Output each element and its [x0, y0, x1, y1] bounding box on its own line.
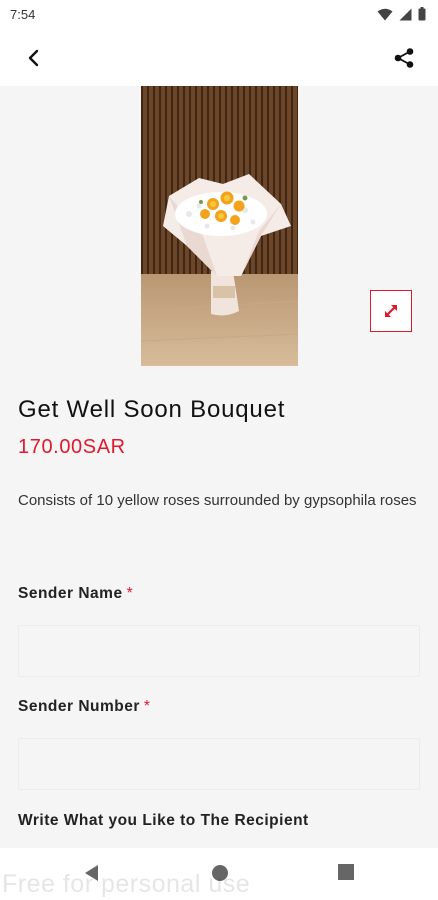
product-price: 170.00SAR: [18, 436, 126, 458]
signal-icon: [399, 8, 412, 20]
status-bar: 7:54: [0, 0, 438, 28]
expand-icon: [385, 305, 397, 317]
nav-home-button[interactable]: [211, 864, 229, 887]
sender-number-label: Sender Number *: [18, 698, 150, 716]
expand-image-button[interactable]: [370, 290, 412, 332]
back-arrow-icon: [28, 49, 39, 67]
share-icon: [394, 48, 414, 68]
message-label: Write What you Like to The Recipient: [18, 812, 309, 829]
share-button[interactable]: [388, 42, 420, 74]
bouquet-photo: [141, 86, 298, 366]
required-marker: *: [143, 698, 151, 715]
required-marker: *: [126, 585, 134, 602]
nav-back-button[interactable]: [84, 864, 100, 887]
status-time: 7:54: [10, 6, 36, 22]
sender-name-label-text: Sender Name: [18, 585, 123, 602]
status-icons: [377, 7, 426, 21]
product-description: Consists of 10 yellow roses surrounded b…: [18, 492, 417, 509]
app-bar: [0, 28, 438, 86]
home-circle-icon: [212, 865, 228, 881]
back-button[interactable]: [18, 42, 50, 74]
wifi-icon: [377, 8, 393, 20]
sender-name-label: Sender Name *: [18, 585, 133, 603]
product-image[interactable]: [141, 86, 298, 366]
recents-square-icon: [338, 864, 354, 880]
sender-number-input[interactable]: [18, 738, 420, 790]
product-title: Get Well Soon Bouquet: [18, 396, 286, 423]
system-nav-bar: [0, 848, 438, 900]
sender-number-label-text: Sender Number: [18, 698, 140, 715]
battery-icon: [418, 7, 426, 21]
nav-recents-button[interactable]: [338, 864, 354, 885]
sender-name-input[interactable]: [18, 625, 420, 677]
back-triangle-icon: [85, 865, 98, 881]
product-detail: Get Well Soon Bouquet 170.00SAR Consists…: [0, 86, 438, 848]
